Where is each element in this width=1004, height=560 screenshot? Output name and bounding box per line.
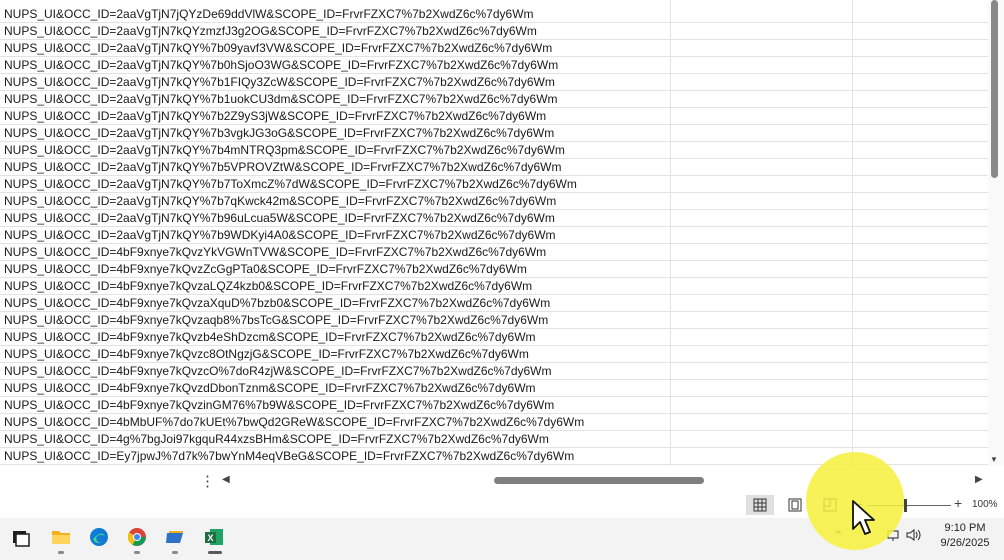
spreadsheet-grid[interactable]: NUPS_UI&OCC_ID=2aaVgTjN7jQYzDe69ddVlW&SC… <box>0 0 988 466</box>
cell-value[interactable]: NUPS_UI&OCC_ID=2aaVgTjN7jQYzDe69ddVlW&SC… <box>4 6 534 23</box>
cell-value[interactable]: NUPS_UI&OCC_ID=2aaVgTjN7kQY%7b2Z9yS3jW&S… <box>4 108 546 125</box>
table-row[interactable]: NUPS_UI&OCC_ID=4bMbUF%7do7kUEt%7bwQd2GRe… <box>0 414 988 431</box>
page-layout-icon <box>788 498 802 512</box>
file-explorer-icon[interactable] <box>50 526 72 548</box>
cell-value[interactable]: NUPS_UI&OCC_ID=2aaVgTjN7kQYzmzfJ3g2OG&SC… <box>4 23 537 40</box>
vertical-scroll-thumb[interactable] <box>991 0 998 178</box>
table-row[interactable]: NUPS_UI&OCC_ID=4bF9xnye7kQvzaqb8%7bsTcG&… <box>0 312 988 329</box>
chrome-icon[interactable] <box>126 526 148 548</box>
mouse-pointer-icon <box>851 499 877 544</box>
more-options-icon[interactable]: ⋮ <box>200 472 215 490</box>
cell-value[interactable]: NUPS_UI&OCC_ID=2aaVgTjN7kQY%7b9WDKyi4A0&… <box>4 227 556 244</box>
table-row[interactable]: NUPS_UI&OCC_ID=4bF9xnye7kQvzZcGgPTa0&SCO… <box>0 261 988 278</box>
table-row[interactable]: NUPS_UI&OCC_ID=2aaVgTjN7kQY%7b5VPROVZtW&… <box>0 159 988 176</box>
running-indicator <box>58 551 64 554</box>
clock-date: 9/26/2025 <box>940 537 990 549</box>
cell-value[interactable]: NUPS_UI&OCC_ID=2aaVgTjN7kQY%7b7ToXmcZ%7d… <box>4 176 577 193</box>
cell-value[interactable]: NUPS_UI&OCC_ID=4bF9xnye7kQvzc8OtNgzjG&SC… <box>4 346 529 363</box>
table-row[interactable]: NUPS_UI&OCC_ID=4bF9xnye7kQvzaLQZ4kzb0&SC… <box>0 278 988 295</box>
cell-value[interactable]: NUPS_UI&OCC_ID=4bF9xnye7kQvzaXquD%7bzb0&… <box>4 295 550 312</box>
vertical-scrollbar[interactable]: ▼ <box>988 0 1004 466</box>
folder-app-icon[interactable] <box>164 526 186 548</box>
cell-value[interactable]: NUPS_UI&OCC_ID=4bF9xnye7kQvzinGM76%7b9W&… <box>4 397 554 414</box>
table-row[interactable]: NUPS_UI&OCC_ID=4bF9xnye7kQvzYkVGWnTVW&SC… <box>0 244 988 261</box>
running-indicator <box>134 551 140 554</box>
horizontal-scroll-thumb[interactable] <box>494 477 704 484</box>
table-row[interactable]: NUPS_UI&OCC_ID=4bF9xnye7kQvzdDbonTznm&SC… <box>0 380 988 397</box>
table-row[interactable]: NUPS_UI&OCC_ID=2aaVgTjN7kQY%7b09yavf3VW&… <box>0 40 988 57</box>
cell-value[interactable]: NUPS_UI&OCC_ID=2aaVgTjN7kQY%7b09yavf3VW&… <box>4 40 552 57</box>
table-row[interactable]: NUPS_UI&OCC_ID=2aaVgTjN7kQY%7b0hSjoO3WG&… <box>0 57 988 74</box>
scroll-left-icon[interactable]: ◀ <box>222 474 230 485</box>
normal-view-button[interactable] <box>746 495 774 515</box>
scroll-right-icon[interactable]: ▶ <box>975 474 983 485</box>
cell-value[interactable]: NUPS_UI&OCC_ID=2aaVgTjN7kQY%7b5VPROVZtW&… <box>4 159 562 176</box>
table-row[interactable]: NUPS_UI&OCC_ID=2aaVgTjN7kQY%7b3vgkJG3oG&… <box>0 125 988 142</box>
cell-value[interactable]: NUPS_UI&OCC_ID=2aaVgTjN7kQY%7b1uokCU3dm&… <box>4 91 558 108</box>
page-layout-button[interactable] <box>781 495 809 515</box>
table-row[interactable]: NUPS_UI&OCC_ID=4bF9xnye7kQvzc8OtNgzjG&SC… <box>0 346 988 363</box>
excel-icon[interactable]: X <box>203 526 225 548</box>
table-row[interactable]: NUPS_UI&OCC_ID=4bF9xnye7kQvzinGM76%7b9W&… <box>0 397 988 414</box>
running-indicator <box>172 551 178 554</box>
cell-value[interactable]: NUPS_UI&OCC_ID=4g%7bgJoi97kgquR44xzsBHm&… <box>4 431 549 448</box>
table-row[interactable]: NUPS_UI&OCC_ID=2aaVgTjN7kQY%7b7qKwck42m&… <box>0 193 988 210</box>
cell-value[interactable]: NUPS_UI&OCC_ID=Ey7jpwJ%7d7k%7bwYnM4eqVBe… <box>4 448 574 465</box>
table-row[interactable]: NUPS_UI&OCC_ID=2aaVgTjN7kQY%7b96uLcua5W&… <box>0 210 988 227</box>
table-row[interactable]: NUPS_UI&OCC_ID=4bF9xnye7kQvzcO%7doR4zjW&… <box>0 363 988 380</box>
volume-icon[interactable] <box>906 528 922 545</box>
table-row[interactable]: NUPS_UI&OCC_ID=2aaVgTjN7kQY%7b2Z9yS3jW&S… <box>0 108 988 125</box>
scroll-down-icon[interactable]: ▼ <box>990 456 998 464</box>
cell-value[interactable]: NUPS_UI&OCC_ID=4bMbUF%7do7kUEt%7bwQd2GRe… <box>4 414 584 431</box>
table-row[interactable]: NUPS_UI&OCC_ID=4bF9xnye7kQvzaXquD%7bzb0&… <box>0 295 988 312</box>
table-row[interactable]: NUPS_UI&OCC_ID=2aaVgTjN7kQY%7b1FIQy3ZcW&… <box>0 74 988 91</box>
cell-value[interactable]: NUPS_UI&OCC_ID=4bF9xnye7kQvzcO%7doR4zjW&… <box>4 363 552 380</box>
system-clock[interactable]: 9:10 PM 9/26/2025 <box>930 521 1000 551</box>
cell-value[interactable]: NUPS_UI&OCC_ID=4bF9xnye7kQvzZcGgPTa0&SCO… <box>4 261 527 278</box>
cell-value[interactable]: NUPS_UI&OCC_ID=2aaVgTjN7kQY%7b3vgkJG3oG&… <box>4 125 554 142</box>
table-row[interactable]: NUPS_UI&OCC_ID=2aaVgTjN7kQY%7b9WDKyi4A0&… <box>0 227 988 244</box>
active-indicator <box>208 551 222 554</box>
cell-value[interactable]: NUPS_UI&OCC_ID=4bF9xnye7kQvzdDbonTznm&SC… <box>4 380 536 397</box>
table-row[interactable]: NUPS_UI&OCC_ID=4g%7bgJoi97kgquR44xzsBHm&… <box>0 431 988 448</box>
cell-value[interactable]: NUPS_UI&OCC_ID=4bF9xnye7kQvzYkVGWnTVW&SC… <box>4 244 546 261</box>
cell-value[interactable]: NUPS_UI&OCC_ID=2aaVgTjN7kQY%7b96uLcua5W&… <box>4 210 555 227</box>
cell-value[interactable]: NUPS_UI&OCC_ID=4bF9xnye7kQvzaqb8%7bsTcG&… <box>4 312 548 329</box>
svg-text:X: X <box>208 533 214 543</box>
table-row[interactable]: NUPS_UI&OCC_ID=2aaVgTjN7kQY%7b4mNTRQ3pm&… <box>0 142 988 159</box>
cell-value[interactable]: NUPS_UI&OCC_ID=4bF9xnye7kQvzb4eShDzcm&SC… <box>4 329 536 346</box>
table-row[interactable]: NUPS_UI&OCC_ID=2aaVgTjN7kQY%7b1uokCU3dm&… <box>0 91 988 108</box>
edge-icon[interactable] <box>88 526 110 548</box>
cell-value[interactable]: NUPS_UI&OCC_ID=2aaVgTjN7kQY%7b4mNTRQ3pm&… <box>4 142 565 159</box>
zoom-in-button[interactable]: + <box>954 495 962 511</box>
cell-value[interactable]: NUPS_UI&OCC_ID=2aaVgTjN7kQY%7b0hSjoO3WG&… <box>4 57 558 74</box>
cell-value[interactable]: NUPS_UI&OCC_ID=2aaVgTjN7kQY%7b1FIQy3ZcW&… <box>4 74 555 91</box>
table-row[interactable]: NUPS_UI&OCC_ID=2aaVgTjN7jQYzDe69ddVlW&SC… <box>0 6 988 23</box>
zoom-slider-knob[interactable] <box>903 499 907 512</box>
cell-value[interactable]: NUPS_UI&OCC_ID=2aaVgTjN7kQY%7b7qKwck42m&… <box>4 193 556 210</box>
cell-value[interactable]: NUPS_UI&OCC_ID=4bF9xnye7kQvzaLQZ4kzb0&SC… <box>4 278 532 295</box>
task-view-icon[interactable] <box>10 526 32 548</box>
table-row[interactable]: NUPS_UI&OCC_ID=4bF9xnye7kQvzb4eShDzcm&SC… <box>0 329 988 346</box>
grid-icon <box>753 498 767 512</box>
table-row[interactable]: NUPS_UI&OCC_ID=2aaVgTjN7kQY%7b7ToXmcZ%7d… <box>0 176 988 193</box>
zoom-level[interactable]: 100% <box>972 499 998 510</box>
table-row[interactable]: NUPS_UI&OCC_ID=2aaVgTjN7kQYzmzfJ3g2OG&SC… <box>0 23 988 40</box>
clock-time: 9:10 PM <box>944 522 986 534</box>
